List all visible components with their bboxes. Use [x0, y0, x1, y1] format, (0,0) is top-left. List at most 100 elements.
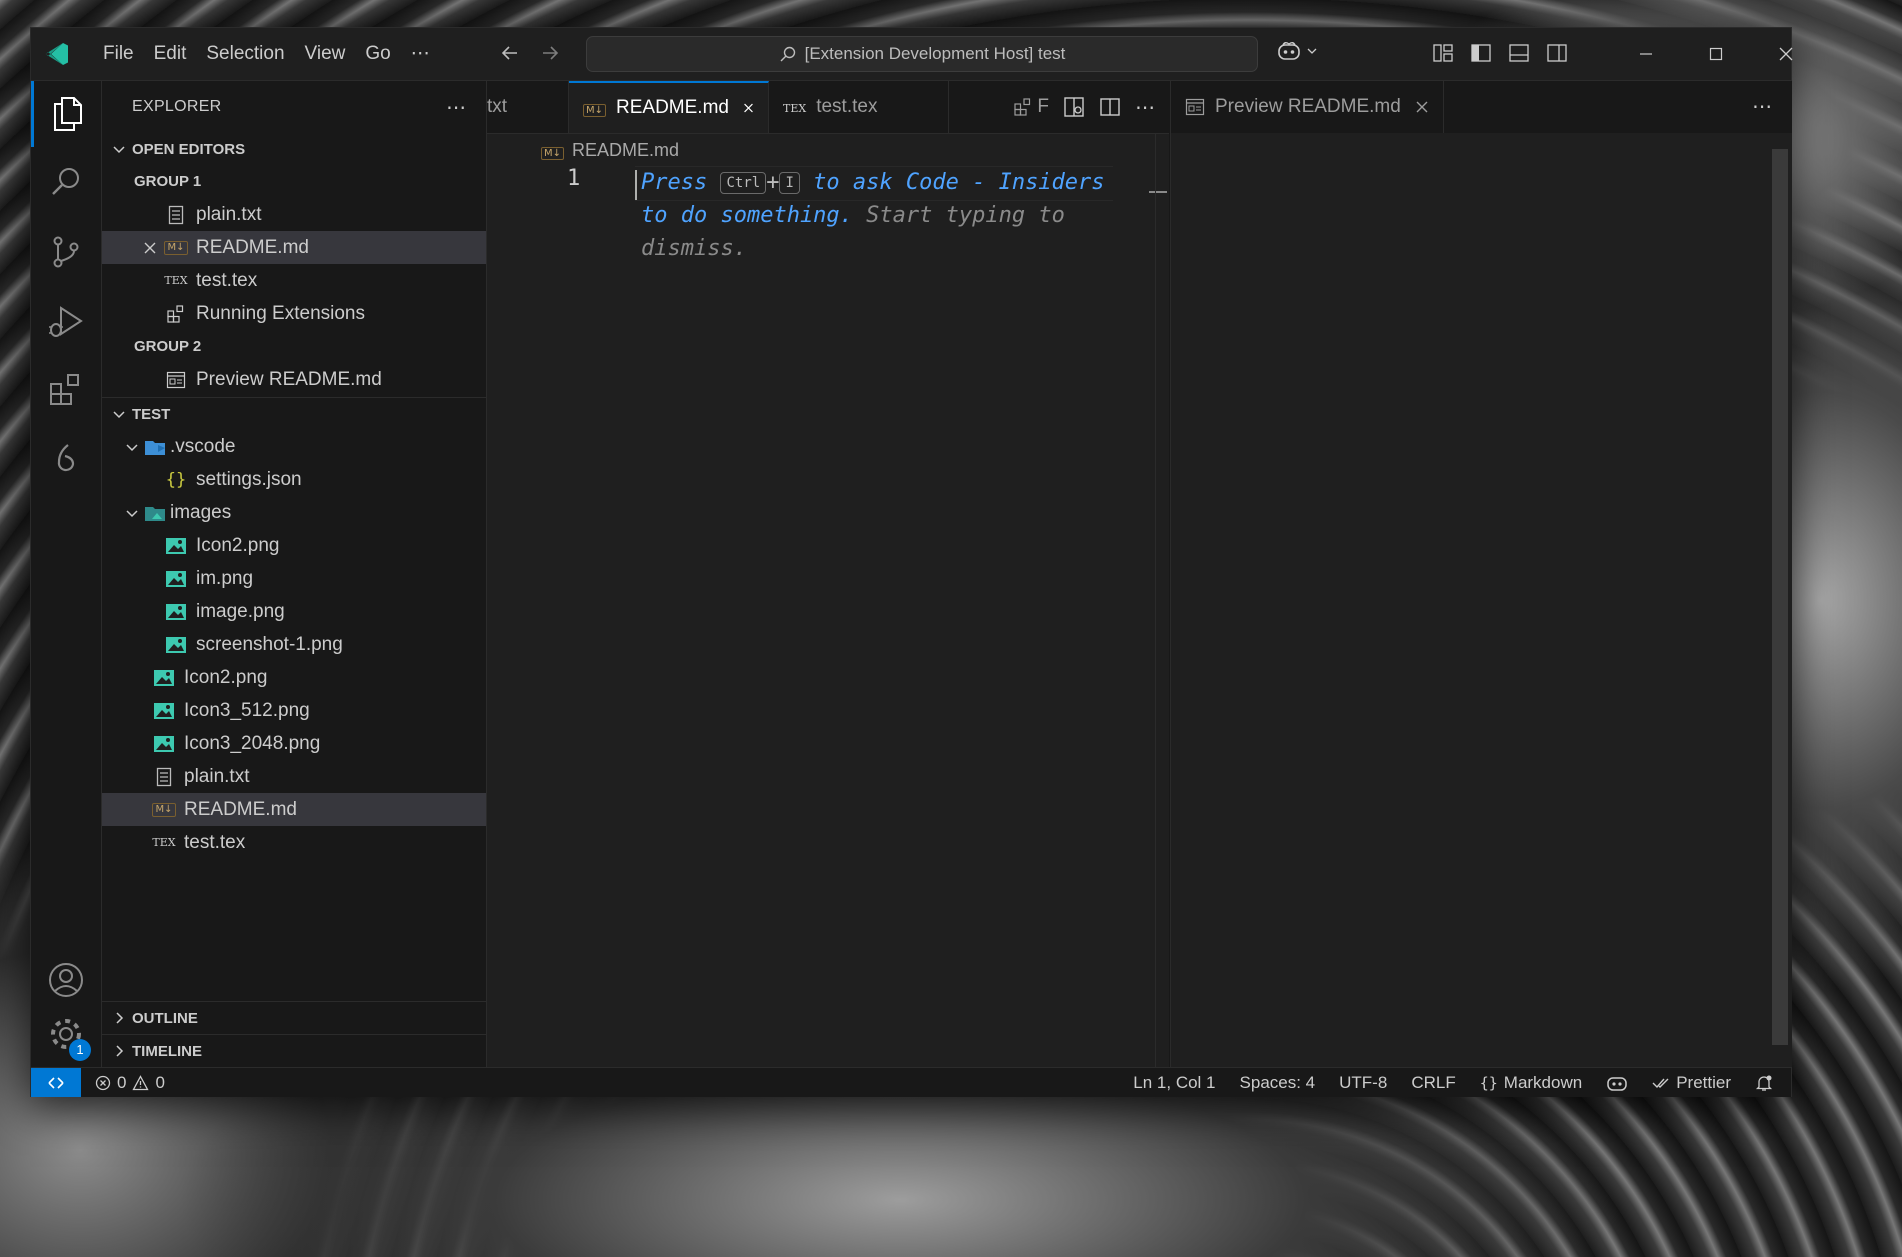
cursor-position[interactable]: Ln 1, Col 1 — [1133, 1073, 1215, 1093]
tree-file-image[interactable]: image.png — [102, 595, 486, 628]
error-count: 0 — [117, 1072, 127, 1092]
tab-test-tex[interactable]: TEX test.tex — [769, 81, 949, 133]
minimize-button[interactable] — [1611, 28, 1681, 80]
indentation[interactable]: Spaces: 4 — [1240, 1073, 1316, 1093]
more-actions-ellipsis-icon[interactable]: ⋯ — [1135, 95, 1155, 120]
activity-extensions[interactable] — [31, 357, 101, 423]
tree-file-image[interactable]: Icon2.png — [102, 529, 486, 562]
copilot-menu-button[interactable] — [1276, 40, 1318, 62]
maximize-button[interactable] — [1681, 28, 1751, 80]
remote-indicator-button[interactable] — [31, 1068, 81, 1097]
tree-folder-images[interactable]: images — [102, 496, 486, 529]
tree-file-image[interactable]: screenshot-1.png — [102, 628, 486, 661]
open-editor-readme-md[interactable]: M↓ README.md — [102, 231, 486, 264]
copilot-status[interactable] — [1606, 1074, 1628, 1092]
preview-scrollbar[interactable] — [1772, 149, 1788, 1045]
tab-label: Preview README.md — [1215, 96, 1401, 117]
language-mode[interactable]: {} Markdown — [1480, 1073, 1582, 1093]
open-editor-running-extensions[interactable]: Running Extensions — [102, 297, 486, 330]
end-of-line[interactable]: CRLF — [1411, 1073, 1455, 1093]
outline-section[interactable]: OUTLINE — [102, 1001, 486, 1034]
minimize-icon — [1640, 53, 1652, 55]
tab-preview-readme[interactable]: Preview README.md — [1171, 81, 1444, 133]
toggle-secondary-sidebar-icon[interactable] — [1545, 41, 1569, 65]
double-check-icon — [1652, 1078, 1669, 1088]
outline-label: OUTLINE — [132, 1009, 198, 1027]
timeline-section[interactable]: TIMELINE — [102, 1034, 486, 1067]
open-preview-to-side-icon[interactable] — [1063, 96, 1085, 118]
activity-search[interactable] — [31, 149, 101, 215]
prettier-status[interactable]: Prettier — [1652, 1073, 1731, 1093]
go-back-arrow-icon[interactable] — [499, 42, 521, 64]
open-editor-test-tex[interactable]: TEX test.tex — [102, 264, 486, 297]
tree-file-image[interactable]: Icon2.png — [102, 661, 486, 694]
split-editor-icon[interactable] — [1099, 96, 1121, 118]
open-editors-label: OPEN EDITORS — [132, 140, 246, 158]
activity-run-debug[interactable] — [31, 289, 101, 355]
go-forward-arrow-icon[interactable] — [539, 42, 561, 64]
chevron-right-icon — [106, 1011, 132, 1025]
text-cursor — [635, 170, 637, 200]
open-editor-plain-txt[interactable]: plain.txt — [102, 198, 486, 231]
tree-file-readme-md[interactable]: M↓ README.md — [102, 793, 486, 826]
activity-manage[interactable]: 1 — [31, 1001, 101, 1067]
explorer-more-actions-icon[interactable]: ⋯ — [446, 95, 466, 120]
close-editor-icon[interactable] — [136, 241, 164, 255]
close-tab-icon[interactable] — [1415, 100, 1429, 114]
menu-edit[interactable]: Edit — [144, 37, 197, 71]
toggle-panel-icon[interactable] — [1507, 41, 1531, 65]
tree-file-image[interactable]: Icon3_512.png — [102, 694, 486, 727]
menu-selection[interactable]: Selection — [196, 37, 294, 71]
tree-folder-vscode[interactable]: .vscode — [102, 430, 486, 463]
command-center-search[interactable]: [Extension Development Host] test — [586, 36, 1258, 72]
chevron-down-icon — [120, 440, 144, 454]
problems-status[interactable]: 0 0 — [95, 1073, 165, 1093]
tab-plain-txt[interactable]: txt — [487, 81, 569, 133]
more-menu-ellipsis-icon[interactable]: ⋯ — [401, 37, 440, 71]
editor-scrollbar[interactable] — [1155, 133, 1170, 1067]
open-editors-section[interactable]: OPEN EDITORS — [102, 133, 486, 165]
menu-view[interactable]: View — [295, 37, 356, 71]
close-window-button[interactable] — [1751, 28, 1821, 80]
tree-file-image[interactable]: Icon3_2048.png — [102, 727, 486, 760]
running-extensions-tab-fragment[interactable]: F — [1013, 96, 1049, 118]
tree-label: images — [170, 501, 232, 523]
more-actions-ellipsis-icon[interactable]: ⋯ — [1752, 94, 1772, 119]
menu-file[interactable]: File — [93, 37, 144, 71]
encoding[interactable]: UTF-8 — [1339, 1073, 1387, 1093]
menu-bar: File Edit Selection View Go ⋯ — [93, 28, 440, 80]
tree-label: plain.txt — [184, 765, 250, 787]
image-file-icon — [164, 600, 188, 624]
tree-file-settings-json[interactable]: {} settings.json — [102, 463, 486, 496]
customize-layout-icon[interactable] — [1431, 41, 1455, 65]
error-icon — [95, 1075, 111, 1090]
activity-source-control[interactable] — [31, 219, 101, 285]
open-editor-label: Running Extensions — [196, 302, 365, 324]
maximize-icon — [1709, 47, 1723, 61]
open-editor-label: plain.txt — [196, 203, 262, 225]
activity-testing[interactable] — [31, 426, 101, 492]
close-tab-icon[interactable] — [743, 101, 754, 115]
menu-go[interactable]: Go — [355, 37, 400, 71]
toggle-primary-sidebar-icon[interactable] — [1469, 41, 1493, 65]
vscode-folder-icon — [144, 435, 168, 459]
tree-file-plain-txt[interactable]: plain.txt — [102, 760, 486, 793]
explorer-title: EXPLORER — [132, 98, 222, 115]
tab-readme-md[interactable]: M↓ README.md — [569, 81, 769, 133]
tree-file-image[interactable]: im.png — [102, 562, 486, 595]
tab-label: txt — [487, 96, 508, 117]
title-bar: File Edit Selection View Go ⋯ [Extension… — [31, 28, 1793, 81]
activity-explorer[interactable] — [31, 81, 101, 147]
explorer-sidebar: EXPLORER ⋯ OPEN EDITORS GROUP 1 plain.tx… — [102, 81, 487, 1067]
notifications-button[interactable] — [1755, 1074, 1773, 1092]
preview-icon — [1185, 98, 1205, 116]
tree-file-test-tex[interactable]: TEX test.tex — [102, 826, 486, 859]
open-editor-preview-readme[interactable]: Preview README.md — [102, 363, 486, 396]
breadcrumb[interactable]: M↓ README.md — [487, 134, 1169, 166]
folder-test-section[interactable]: TEST — [102, 397, 486, 430]
open-editor-label: Preview README.md — [196, 368, 382, 390]
status-right: Ln 1, Col 1 Spaces: 4 UTF-8 CRLF {} Mark… — [1133, 1068, 1773, 1097]
chevron-right-icon — [106, 1044, 132, 1058]
close-icon — [1779, 47, 1793, 61]
chevron-down-icon — [1307, 48, 1317, 54]
